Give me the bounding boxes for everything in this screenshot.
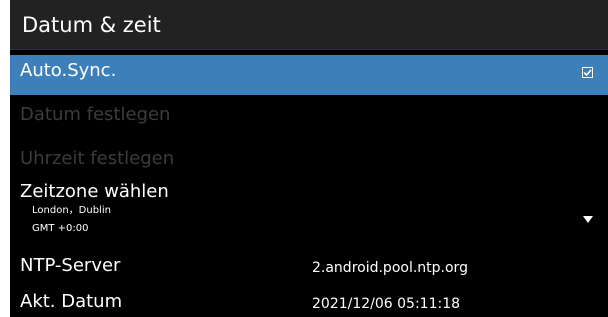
timezone-label: Zeitzone wählen: [20, 181, 169, 202]
timezone-offset: GMT +0:00: [32, 223, 89, 234]
timezone-row[interactable]: Zeitzone wählen London，Dublin GMT +0:00: [10, 176, 608, 244]
header-bar: Datum & zeit: [10, 0, 608, 50]
page-title: Datum & zeit: [22, 13, 161, 37]
current-date-value: 2021/12/06 05:11:18: [312, 296, 461, 312]
timezone-city: London，Dublin: [32, 205, 111, 216]
current-date-row: Akt. Datum 2021/12/06 05:11:18: [10, 284, 608, 317]
set-date-label: Datum festlegen: [20, 104, 171, 125]
triangle-down-icon[interactable]: [583, 216, 593, 223]
set-time-label: Uhrzeit festlegen: [20, 148, 175, 169]
ntp-server-value: 2.android.pool.ntp.org: [312, 260, 468, 276]
auto-sync-label: Auto.Sync.: [20, 60, 117, 81]
ntp-server-row[interactable]: NTP-Server 2.android.pool.ntp.org: [10, 250, 608, 282]
auto-sync-checkbox[interactable]: [582, 67, 593, 78]
set-time-row: Uhrzeit festlegen: [10, 140, 608, 178]
current-date-label: Akt. Datum: [20, 291, 123, 312]
ntp-server-label: NTP-Server: [20, 255, 121, 276]
settings-screen: Datum & zeit Auto.Sync. Datum festlegen …: [10, 0, 608, 317]
auto-sync-row[interactable]: Auto.Sync.: [10, 55, 608, 95]
checkmark-icon: [583, 69, 592, 77]
set-date-row: Datum festlegen: [10, 97, 608, 135]
